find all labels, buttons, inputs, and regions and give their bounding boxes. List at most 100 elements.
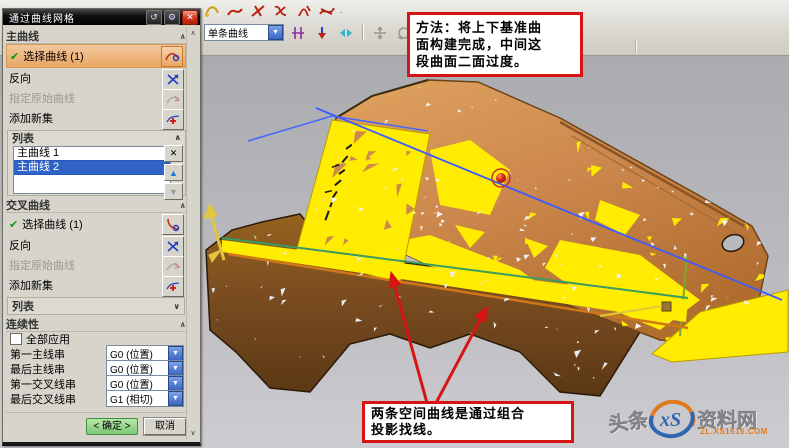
toolbar-separator [362,25,364,41]
dialog-title: 通过曲线网格 [9,10,144,25]
reset-icon[interactable]: ↺ [146,10,162,25]
primary-select-curve-row[interactable]: ✔ 选择曲线 (1) [6,44,186,68]
select-curve-label: 选择曲线 (1) [23,48,84,64]
section-primary-curves[interactable]: 主曲线 ∧ [6,29,186,44]
intersection-stop-icon[interactable] [288,23,308,42]
apply-all-checkbox[interactable] [10,333,22,345]
add-set-label: 添加新集 [9,277,53,293]
reverse-label: 反向 [9,237,31,253]
curve-tool-icon[interactable] [225,1,245,20]
continuity-value: G1 (相切) [107,391,168,406]
scroll-down-icon[interactable]: ∨ [190,429,195,437]
curve-rule-combobox[interactable]: 单条曲线 ▼ [204,24,284,41]
primary-curve-list[interactable]: 主曲线 1 主曲线 2 [13,146,171,194]
curve-tool-icon[interactable] [202,1,222,20]
ok-button[interactable]: < 确定 > [86,418,138,435]
list-header[interactable]: 列表 ∧ [8,131,185,144]
collapse-icon[interactable]: ∧ [175,133,182,142]
origin-curve-icon[interactable] [162,256,184,277]
curve-toolbar: . [202,0,342,21]
annotation-line: 面构建完成，中间这 [416,36,574,53]
chevron-down-icon[interactable]: ▼ [168,346,183,361]
primary-curve-list-group: 列表 ∧ 主曲线 1 主曲线 2 ✕ ▲ ▼ [7,130,186,196]
reverse-direction-icon[interactable] [162,69,184,90]
move-up-icon[interactable]: ▲ [164,164,183,181]
reverse-label: 反向 [9,70,31,86]
through-curve-mesh-dialog: 通过曲线网格 ↺ ⚙ ✕ 主曲线 ∧ ✔ 选择曲线 (1) 反向 指定原始曲线 [2,8,201,446]
list-buttons: ✕ ▲ ▼ [164,145,183,200]
curve-tool-icon[interactable] [248,1,268,20]
cross-add-set-row: 添加新集 [6,275,186,295]
expand-icon[interactable]: ∨ [174,302,181,311]
continuity-row: 第一主线串 G0 (位置) ▼ [6,346,186,361]
curve-select-icon[interactable] [162,214,184,235]
section-continuity[interactable]: 连续性 ∧ [6,317,186,332]
section-label: 连续性 [6,316,39,332]
list-header-label: 列表 [12,298,34,314]
move-down-icon[interactable]: ▼ [164,183,183,200]
annotation-line: 方法：将上下基准曲 [416,19,574,36]
primary-origin-curve-row: 指定原始曲线 [6,88,186,108]
curve-tool-icon[interactable] [317,1,337,20]
close-icon[interactable]: ✕ [182,10,198,25]
cross-select-curve-row[interactable]: ✔ 选择曲线 (1) [6,213,186,235]
annotation-line: 投影找线。 [371,422,565,438]
check-icon: ✔ [10,50,19,63]
chevron-down-icon[interactable]: ▼ [168,376,183,391]
drag-handle[interactable] [662,302,671,311]
apply-all-row: 全部应用 [6,332,186,346]
dialog-scrollbar[interactable]: ∧ ∨ [186,27,199,439]
pan-icon[interactable] [370,23,390,42]
curve-tool-icon[interactable] [294,1,314,20]
watermark-site: ZL.XS1616.COM [700,427,768,436]
snap-point-icon[interactable] [312,23,332,42]
curve-select-icon[interactable] [161,46,183,67]
continuity-value: G0 (位置) [107,346,168,361]
list-header-label: 列表 [12,130,34,146]
continuity-row: 最后交叉线串 G1 (相切) ▼ [6,391,186,406]
chevron-down-icon[interactable]: ▼ [268,25,283,40]
list-item-selected[interactable]: 主曲线 2 [14,161,170,175]
continuity-row: 最后主线串 G0 (位置) ▼ [6,361,186,376]
section-label: 交叉曲线 [6,197,50,213]
add-new-set-icon[interactable] [162,109,184,130]
section-label: 主曲线 [6,28,39,44]
scroll-up-icon[interactable]: ∧ [190,29,195,37]
cross-origin-curve-row: 指定原始曲线 [6,255,186,275]
primary-add-set-row: 添加新集 [6,108,186,128]
section-cross-curves[interactable]: 交叉曲线 ∧ [6,198,186,213]
annotation-line: 两条空间曲线是通过组合 [371,406,565,422]
curve-tool-icon[interactable] [271,1,291,20]
watermark-logo: xS [646,396,698,442]
add-new-set-icon[interactable] [162,276,184,297]
chevron-down-icon[interactable]: ▼ [168,391,183,406]
annotation-line: 段曲面二面过度。 [416,53,574,70]
dialog-buttons: < 确定 > 取消 [6,412,186,436]
projection-annotation: 两条空间曲线是通过组合 投影找线。 [362,401,574,443]
curve-rule-value: 单条曲线 [205,25,268,40]
primary-reverse-row: 反向 [6,68,186,88]
select-curve-label: 选择曲线 (1) [22,216,83,232]
cancel-button[interactable]: 取消 [144,418,186,435]
toolbar-separator [635,39,637,54]
list-item[interactable]: 主曲线 1 [14,147,170,161]
reverse-direction-icon[interactable] [336,23,356,42]
continuity-combobox[interactable]: G1 (相切) ▼ [106,390,184,407]
watermark: 头条 xS 资料网 ZL.XS1616.COM [602,396,787,444]
add-set-label: 添加新集 [9,110,53,126]
dialog-body: 主曲线 ∧ ✔ 选择曲线 (1) 反向 指定原始曲线 添加新集 [3,25,200,442]
method-annotation: 方法：将上下基准曲 面构建完成，中间这 段曲面二面过度。 [407,12,583,77]
cross-reverse-row: 反向 [6,235,186,255]
origin-curve-icon[interactable] [162,89,184,110]
dialog-titlebar[interactable]: 通过曲线网格 ↺ ⚙ ✕ [3,9,200,25]
cross-curve-list-collapsed[interactable]: 列表 ∨ [7,297,185,315]
reverse-direction-icon[interactable] [162,236,184,257]
continuity-value: G0 (位置) [107,361,168,376]
gear-icon[interactable]: ⚙ [164,10,180,25]
toolbar-overflow-dot[interactable]: . [340,6,342,15]
chevron-down-icon[interactable]: ▼ [168,361,183,376]
watermark-prefix: 头条 [606,403,650,437]
svg-text:xS: xS [659,409,681,431]
delete-icon[interactable]: ✕ [164,145,183,162]
continuity-label: 最后交叉线串 [10,391,76,407]
